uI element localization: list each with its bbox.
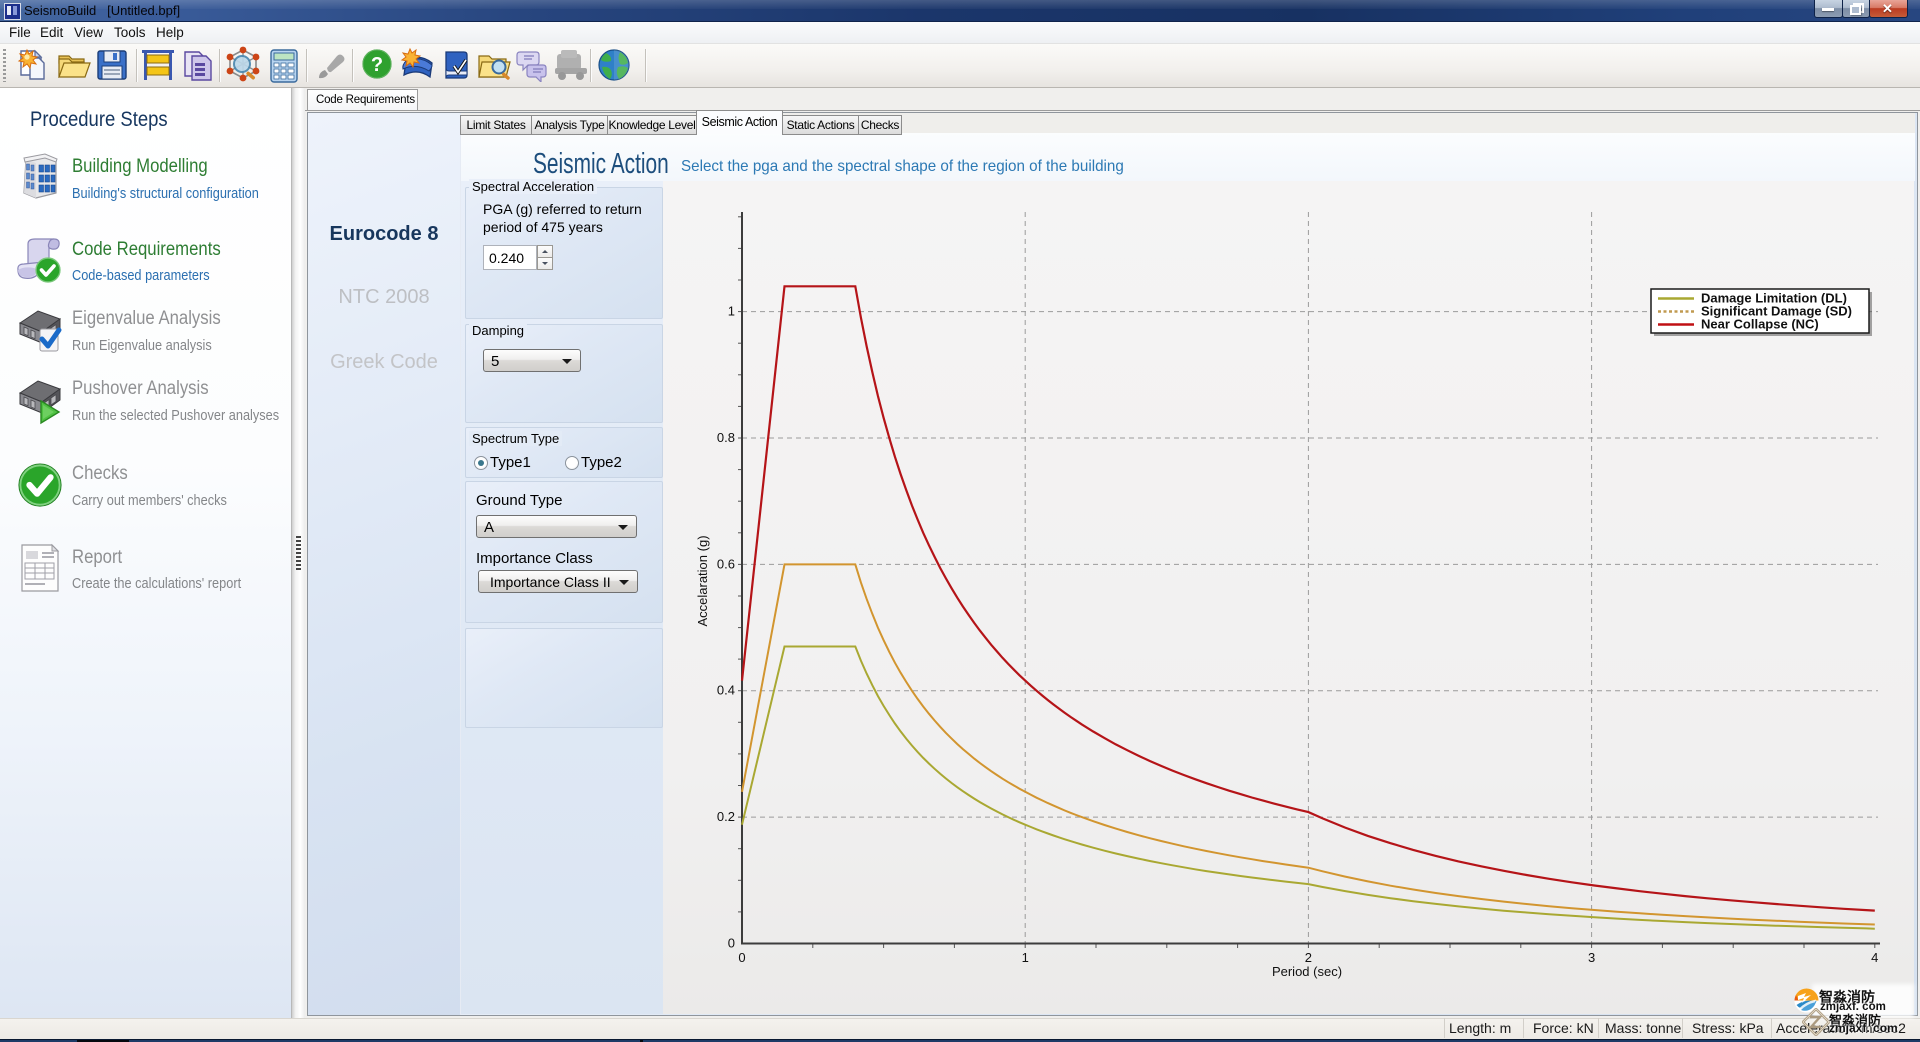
svg-text:0: 0 bbox=[738, 950, 745, 965]
svg-text:0: 0 bbox=[728, 936, 735, 951]
svg-text:0.4: 0.4 bbox=[717, 683, 735, 698]
svg-text:0.6: 0.6 bbox=[717, 556, 735, 571]
svg-text:?: ? bbox=[371, 54, 383, 76]
svg-text:0.2: 0.2 bbox=[717, 809, 735, 824]
svg-text:1: 1 bbox=[728, 304, 735, 319]
svg-text:1: 1 bbox=[1022, 950, 1029, 965]
svg-text:3: 3 bbox=[1588, 950, 1595, 965]
svg-text:4: 4 bbox=[1871, 950, 1878, 965]
svg-text:Near Collapse (NC): Near Collapse (NC) bbox=[1701, 317, 1819, 332]
svg-text:Accelaration (g): Accelaration (g) bbox=[695, 535, 710, 626]
svg-text:2: 2 bbox=[1305, 950, 1312, 965]
svg-text:0.8: 0.8 bbox=[717, 430, 735, 445]
svg-text:Period (sec): Period (sec) bbox=[1272, 964, 1342, 979]
